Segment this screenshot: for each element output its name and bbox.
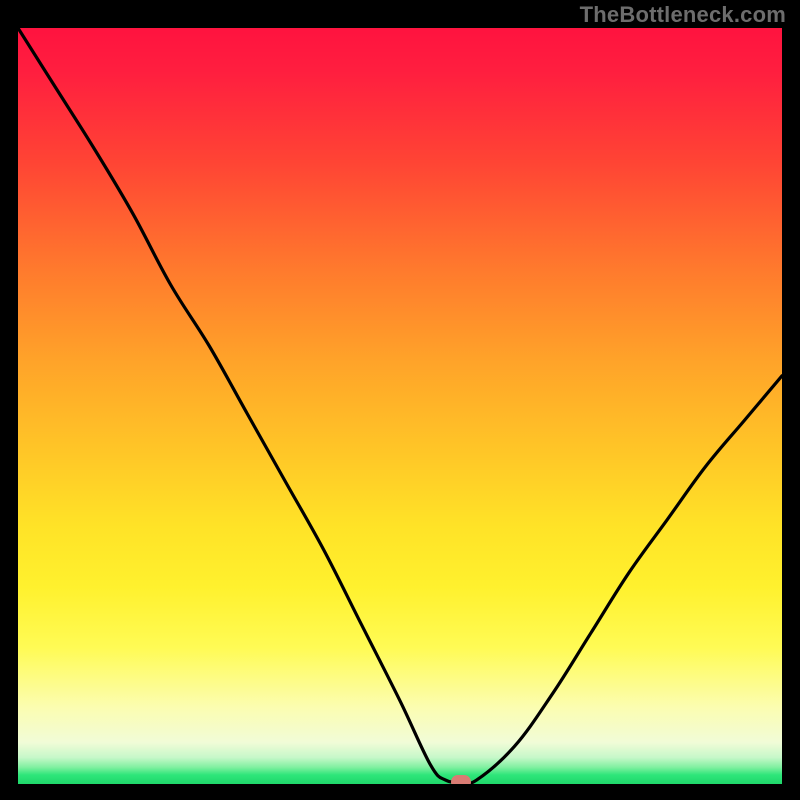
bottleneck-curve bbox=[18, 28, 782, 784]
plot-area bbox=[18, 28, 782, 784]
chart-frame: TheBottleneck.com bbox=[0, 0, 800, 800]
optimal-point-marker bbox=[451, 775, 471, 784]
watermark-text: TheBottleneck.com bbox=[580, 2, 786, 28]
